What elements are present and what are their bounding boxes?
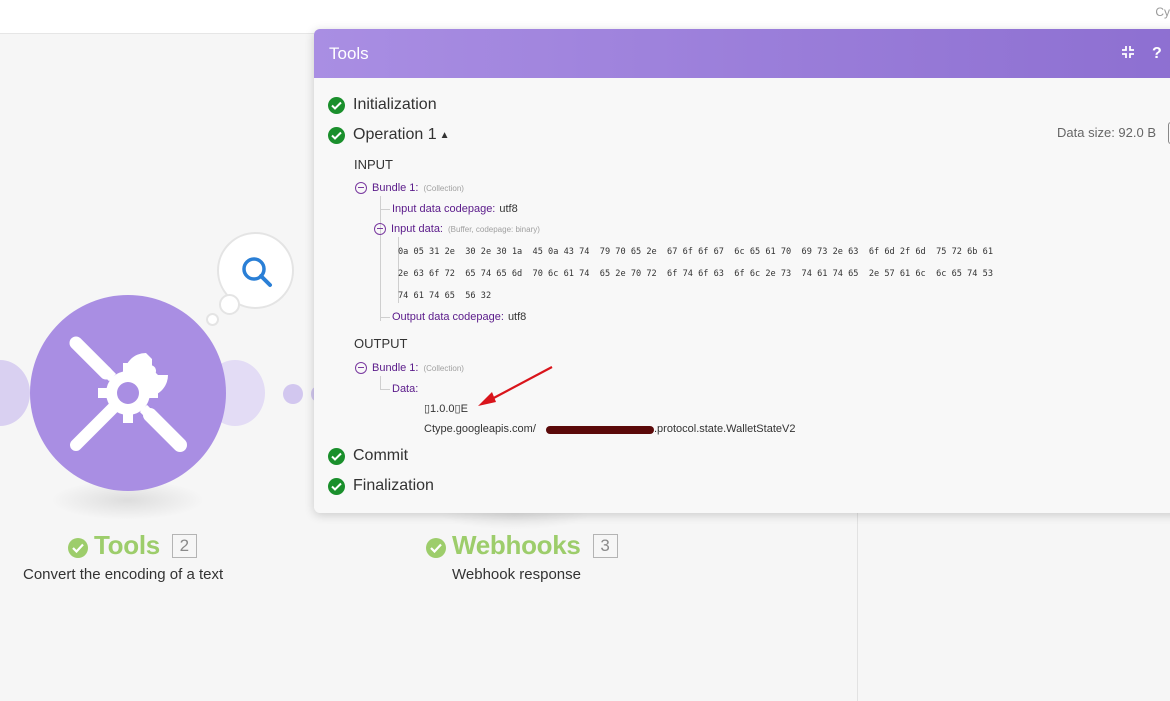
- field-type-hint: (Buffer, codepage: binary): [448, 224, 540, 234]
- tools-output-panel: Tools ? Initialization Operation 1 ▲ Dat…: [314, 29, 1170, 513]
- connection-dot: [283, 384, 303, 404]
- tree-branch: [380, 317, 390, 318]
- tools-module-label: Tools 2: [68, 530, 197, 561]
- field-key: Output data codepage:: [392, 311, 504, 323]
- tree-line: [380, 376, 381, 390]
- webhooks-module-subtitle: Webhook response: [452, 566, 581, 583]
- output-data-value-line-2-end: .protocol.state.WalletStateV2: [654, 423, 796, 435]
- input-section-label: INPUT: [354, 157, 393, 172]
- tools-module-subtitle: Convert the encoding of a text: [23, 566, 224, 583]
- panel-title: Tools: [329, 44, 369, 63]
- webhooks-module-number: 3: [592, 533, 618, 558]
- output-data-row: Data:: [392, 383, 418, 395]
- step-label: Finalization: [353, 477, 434, 494]
- input-data-row[interactable]: Input data: (Buffer, codepage: binary): [374, 223, 540, 235]
- step-finalization[interactable]: Finalization: [328, 477, 434, 495]
- collapse-minus-icon[interactable]: [355, 182, 367, 194]
- collapse-minus-icon[interactable]: [374, 223, 386, 235]
- tools-module-number: 2: [171, 533, 197, 558]
- field-key: Data:: [392, 383, 419, 395]
- output-bundle[interactable]: Bundle 1: (Collection): [355, 362, 464, 374]
- tree-branch: [380, 389, 390, 390]
- output-codepage-row: Output data codepage: utf8: [392, 311, 526, 323]
- bundle-name: Bundle 1:: [372, 182, 419, 194]
- redaction-mark: [546, 426, 654, 434]
- bubble-tail-large: [219, 294, 240, 315]
- collapse-minus-icon[interactable]: [355, 362, 367, 374]
- step-label: Operation 1: [353, 126, 437, 143]
- bubble-tail-small: [206, 313, 219, 326]
- bundle-type-hint: (Collection): [423, 363, 464, 373]
- webhooks-module-label: Webhooks 3: [426, 530, 618, 561]
- field-key: Input data codepage:: [392, 203, 496, 215]
- tree-branch: [380, 209, 390, 210]
- bundle-type-hint: (Collection): [423, 183, 464, 193]
- webhooks-module-title: Webhooks: [452, 530, 581, 560]
- check-circle-icon: [328, 477, 345, 495]
- search-icon: [242, 257, 272, 287]
- output-data-value-line-1: ▯1.0.0▯E: [424, 403, 468, 415]
- step-commit[interactable]: Commit: [328, 447, 408, 465]
- check-circle-icon: [328, 96, 345, 114]
- input-codepage-row: Input data codepage: utf8: [392, 203, 518, 215]
- field-value: utf8: [499, 203, 518, 215]
- topbar-corner-text: Cy: [1155, 5, 1170, 19]
- output-section-label: OUTPUT: [354, 336, 408, 351]
- panel-header: Tools ?: [314, 29, 1170, 78]
- tools-module-title: Tools: [94, 530, 160, 560]
- bundle-name: Bundle 1:: [372, 362, 419, 374]
- step-initialization[interactable]: Initialization: [328, 96, 437, 114]
- step-label: Initialization: [353, 96, 437, 113]
- field-key: Input data:: [391, 223, 443, 235]
- divider-vertical: [857, 510, 858, 701]
- caret-up-icon: ▲: [439, 129, 450, 141]
- annotation-arrow-icon: [478, 366, 553, 406]
- tree-line: [380, 196, 381, 321]
- success-check-icon: [68, 537, 88, 558]
- tools-icon: [69, 336, 187, 452]
- data-size-label: Data size: 92.0 B: [1057, 125, 1156, 140]
- hex-line: 2e 63 6f 72 65 74 65 6d 70 6c 61 74 65 2…: [398, 269, 993, 279]
- hex-line: 74 61 74 65 56 32: [398, 291, 492, 301]
- help-icon[interactable]: ?: [1152, 45, 1162, 63]
- check-circle-icon: [328, 447, 345, 465]
- field-value: utf8: [507, 311, 527, 323]
- input-bundle[interactable]: Bundle 1: (Collection): [355, 182, 464, 194]
- step-operation-1[interactable]: Operation 1 ▲: [328, 126, 450, 144]
- collapse-icon[interactable]: [1121, 45, 1135, 64]
- success-check-icon: [426, 537, 446, 558]
- output-data-value-line-2-start: Ctype.googleapis.com/: [424, 423, 536, 435]
- module-connector-left: [0, 360, 30, 426]
- tools-module[interactable]: [30, 295, 226, 491]
- hex-line: 0a 05 31 2e 30 2e 30 1a 45 0a 43 74 79 7…: [398, 247, 993, 257]
- check-circle-icon: [328, 126, 345, 144]
- step-label: Commit: [353, 447, 409, 464]
